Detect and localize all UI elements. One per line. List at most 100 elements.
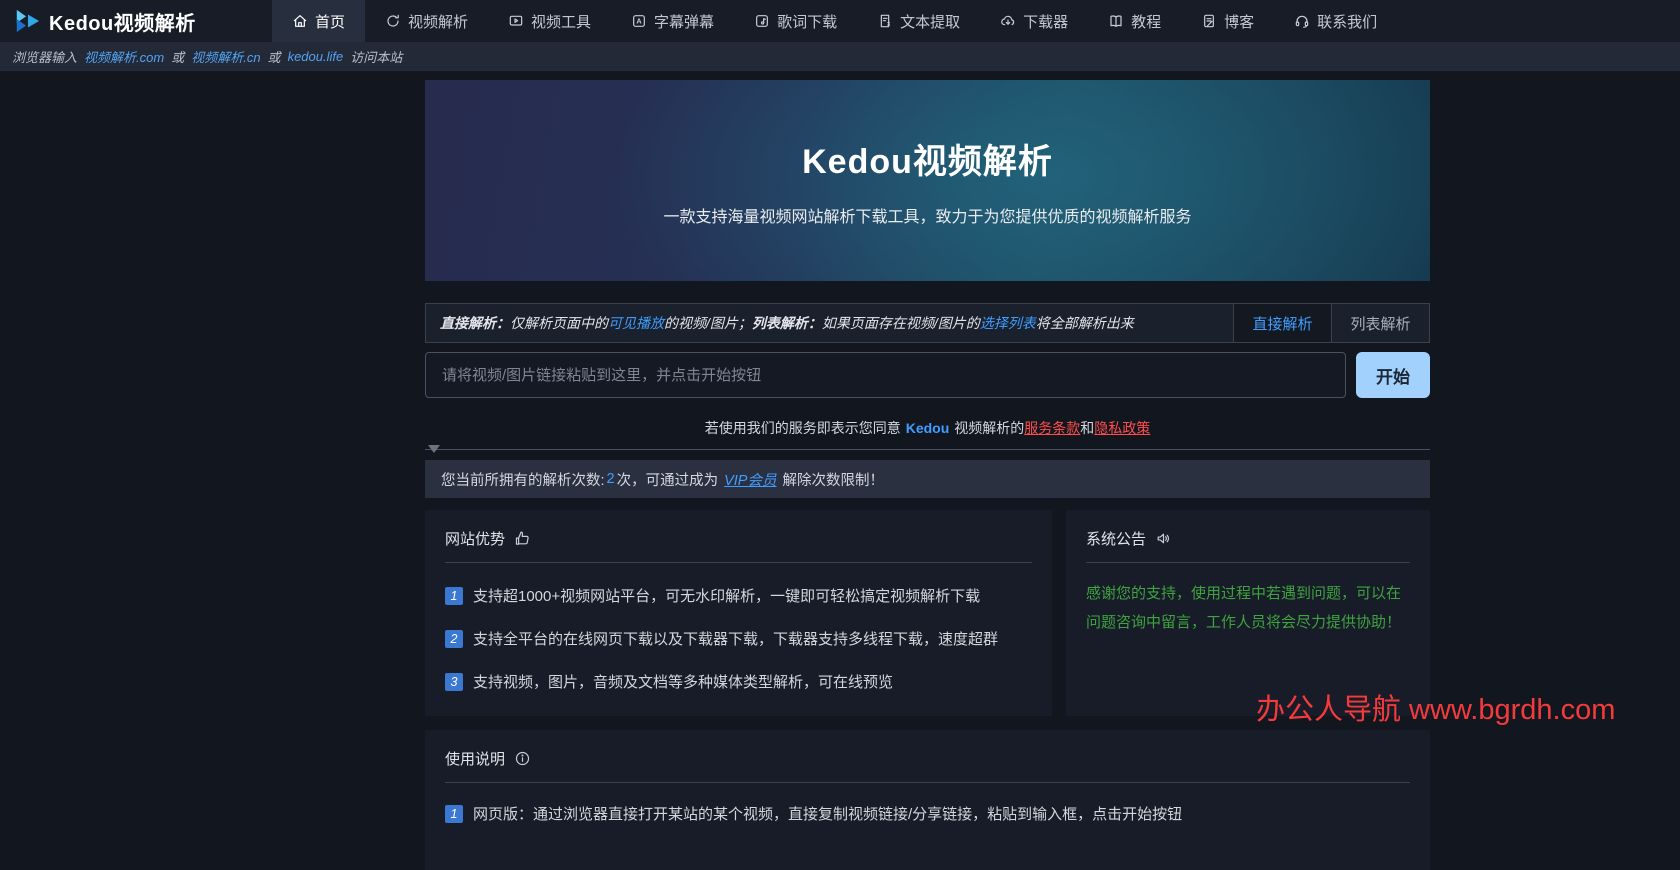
parse-count-notice: 您当前所拥有的解析次数: 2 次，可通过成为 VIP会员 解除次数限制！ xyxy=(425,460,1430,498)
addr-link-com[interactable]: 视频解析.com xyxy=(84,47,164,66)
visible-play-link[interactable]: 可见播放 xyxy=(608,313,664,333)
desc-text: 如果页面存在视频/图片的 xyxy=(821,315,980,331)
usage-number-badge: 1 xyxy=(445,804,463,823)
hero-title: Kedou视频解析 xyxy=(802,143,1053,181)
collapse-arrow-icon[interactable] xyxy=(428,445,440,453)
nav-item-label: 视频工具 xyxy=(531,13,592,31)
advantage-item: 2 支持全平台的在线网页下载以及下载器下载，下载器支持多线程下载，速度超群 xyxy=(445,628,1032,649)
nav-item-label: 教程 xyxy=(1131,13,1162,31)
nav-item-label: 视频解析 xyxy=(408,13,469,31)
nav-item-label: 联系我们 xyxy=(1317,13,1378,31)
nav-item-home[interactable]: 首页 xyxy=(272,0,366,42)
section-divider xyxy=(425,445,1430,453)
vip-link[interactable]: VIP会员 xyxy=(724,469,776,490)
tab-list-parse[interactable]: 列表解析 xyxy=(1331,304,1429,342)
nav-item-label: 下载器 xyxy=(1023,13,1069,31)
main-container: Kedou视频解析 一款支持海量视频网站解析下载工具，致力于为您提供优质的视频解… xyxy=(425,80,1430,870)
addr-link-cn[interactable]: 视频解析.cn xyxy=(191,47,260,66)
announcement-text: 感谢您的支持，使用过程中若遇到问题，可以在问题咨询中留言，工作人员将会尽力提供协… xyxy=(1086,585,1402,632)
agreement-text: 若使用我们的服务即表示您同意 xyxy=(704,420,901,436)
hero-banner: Kedou视频解析 一款支持海量视频网站解析下载工具，致力于为您提供优质的视频解… xyxy=(425,80,1430,281)
notice-text: 次，可通过成为 xyxy=(616,472,719,489)
video-parse-icon xyxy=(385,13,401,29)
nav-item-downloader[interactable]: 下载器 xyxy=(980,0,1088,42)
nav-item-contact[interactable]: 联系我们 xyxy=(1274,0,1397,42)
parse-input-row: 开始 xyxy=(425,352,1430,398)
usage-header: 使用说明 xyxy=(445,746,1410,770)
advantage-text: 支持超1000+视频网站平台，可无水印解析，一键即可轻松搞定视频解析下载 xyxy=(473,588,981,605)
card-divider xyxy=(445,782,1410,783)
addr-or: 或 xyxy=(171,50,185,65)
hero-subtitle: 一款支持海量视频网站解析下载工具，致力于为您提供优质的视频解析服务 xyxy=(663,209,1192,226)
kedou-logo-icon xyxy=(14,8,40,34)
blog-icon xyxy=(1201,13,1217,29)
advantage-text: 支持全平台的在线网页下载以及下载器下载，下载器支持多线程下载，速度超群 xyxy=(473,631,999,648)
nav-item-label: 首页 xyxy=(315,13,346,31)
addr-prefix: 浏览器输入 xyxy=(12,50,78,65)
advantage-number-badge: 2 xyxy=(445,629,463,648)
agreement-text: 和 xyxy=(1080,420,1095,436)
url-input[interactable] xyxy=(425,352,1346,398)
card-divider xyxy=(1086,562,1410,563)
address-hint-bar: 浏览器输入 视频解析.com 或 视频解析.cn 或 kedou.life 访问… xyxy=(0,42,1680,71)
advantages-header: 网站优势 xyxy=(445,526,1032,550)
advantages-card: 网站优势 1 支持超1000+视频网站平台，可无水印解析，一键即可轻松搞定视频解… xyxy=(425,510,1052,716)
advantage-number-badge: 1 xyxy=(445,586,463,605)
tab-direct-parse[interactable]: 直接解析 xyxy=(1233,304,1331,342)
start-button[interactable]: 开始 xyxy=(1356,352,1430,398)
nav-item-label: 博客 xyxy=(1224,13,1255,31)
usage-card: 使用说明 1 网页版：通过浏览器直接打开某站的某个视频，直接复制视频链接/分享链… xyxy=(425,730,1430,870)
privacy-link[interactable]: 隐私政策 xyxy=(1094,420,1150,436)
desc-text: 仅解析页面中的 xyxy=(510,315,608,331)
nav-item-blog[interactable]: 博客 xyxy=(1181,0,1274,42)
addr-or: 或 xyxy=(267,50,281,65)
subtitle-danmaku-icon: A xyxy=(631,13,647,29)
svg-text:A: A xyxy=(636,17,642,26)
info-circle-icon xyxy=(514,750,531,767)
top-navbar: Kedou视频解析 首页 视频解析 视频工具 A 字幕弹幕 歌词下载 x 文本提… xyxy=(0,0,1680,42)
announcement-title: 系统公告 xyxy=(1086,530,1147,548)
nav-item-tutorial[interactable]: 教程 xyxy=(1088,0,1181,42)
downloader-icon xyxy=(1000,13,1016,29)
home-icon xyxy=(292,13,308,29)
nav-item-subtitle-danmaku[interactable]: A 字幕弹幕 xyxy=(611,0,734,42)
parse-count-value: 2 xyxy=(606,471,615,487)
announcement-header: 系统公告 xyxy=(1086,526,1410,550)
desc-direct-label: 直接解析： xyxy=(440,315,510,331)
agreement-line: 若使用我们的服务即表示您同意 Kedou 视频解析的服务条款和隐私政策 xyxy=(425,418,1430,438)
nav-item-lyrics-download[interactable]: 歌词下载 xyxy=(734,0,857,42)
nav-item-video-parse[interactable]: 视频解析 xyxy=(365,0,488,42)
agreement-text: 视频解析的 xyxy=(954,420,1025,436)
text-extract-icon: x xyxy=(877,13,893,29)
nav-item-label: 歌词下载 xyxy=(777,13,838,31)
speaker-icon xyxy=(1155,530,1172,547)
thumbs-up-icon xyxy=(514,530,531,547)
addr-link-life[interactable]: kedou.life xyxy=(288,49,344,64)
nav-item-video-tools[interactable]: 视频工具 xyxy=(488,0,611,42)
desc-text: 将全部解析出来 xyxy=(1035,315,1134,331)
video-tools-icon xyxy=(508,13,524,29)
notice-text: 您当前所拥有的解析次数: xyxy=(441,472,605,489)
brand-name: Kedou视频解析 xyxy=(49,12,196,35)
desc-list-label: 列表解析： xyxy=(751,315,822,331)
tutorial-icon xyxy=(1108,13,1124,29)
select-list-link[interactable]: 选择列表 xyxy=(980,313,1036,333)
card-divider xyxy=(445,562,1032,563)
addr-suffix: 访问本站 xyxy=(350,50,403,65)
contact-icon xyxy=(1294,13,1310,29)
usage-title: 使用说明 xyxy=(445,750,506,768)
desc-text: 的视频/图片； xyxy=(664,315,752,331)
brand[interactable]: Kedou视频解析 xyxy=(0,0,272,42)
watermark-text: 办公人导航 www.bgrdh.com xyxy=(1256,694,1616,726)
advantage-item: 3 支持视频，图片，音频及文档等多种媒体类型解析，可在线预览 xyxy=(445,671,1032,692)
svg-text:x: x xyxy=(887,21,891,27)
nav-items: 首页 视频解析 视频工具 A 字幕弹幕 歌词下载 x 文本提取 下载器 教程 博… xyxy=(272,0,1397,42)
nav-item-text-extract[interactable]: x 文本提取 xyxy=(857,0,980,42)
usage-text: 网页版：通过浏览器直接打开某站的某个视频，直接复制视频链接/分享链接，粘贴到输入… xyxy=(473,806,1183,823)
terms-link[interactable]: 服务条款 xyxy=(1024,420,1080,436)
advantage-number-badge: 3 xyxy=(445,672,463,691)
advantages-title: 网站优势 xyxy=(445,530,506,548)
parse-mode-bar: 直接解析： 仅解析页面中的 可见播放 的视频/图片； 列表解析： 如果页面存在视频/图片的… xyxy=(425,303,1430,343)
nav-item-label: 文本提取 xyxy=(900,13,961,31)
parse-mode-description: 直接解析： 仅解析页面中的 可见播放 的视频/图片； 列表解析： 如果页面存在视频/图片的… xyxy=(426,304,1233,342)
